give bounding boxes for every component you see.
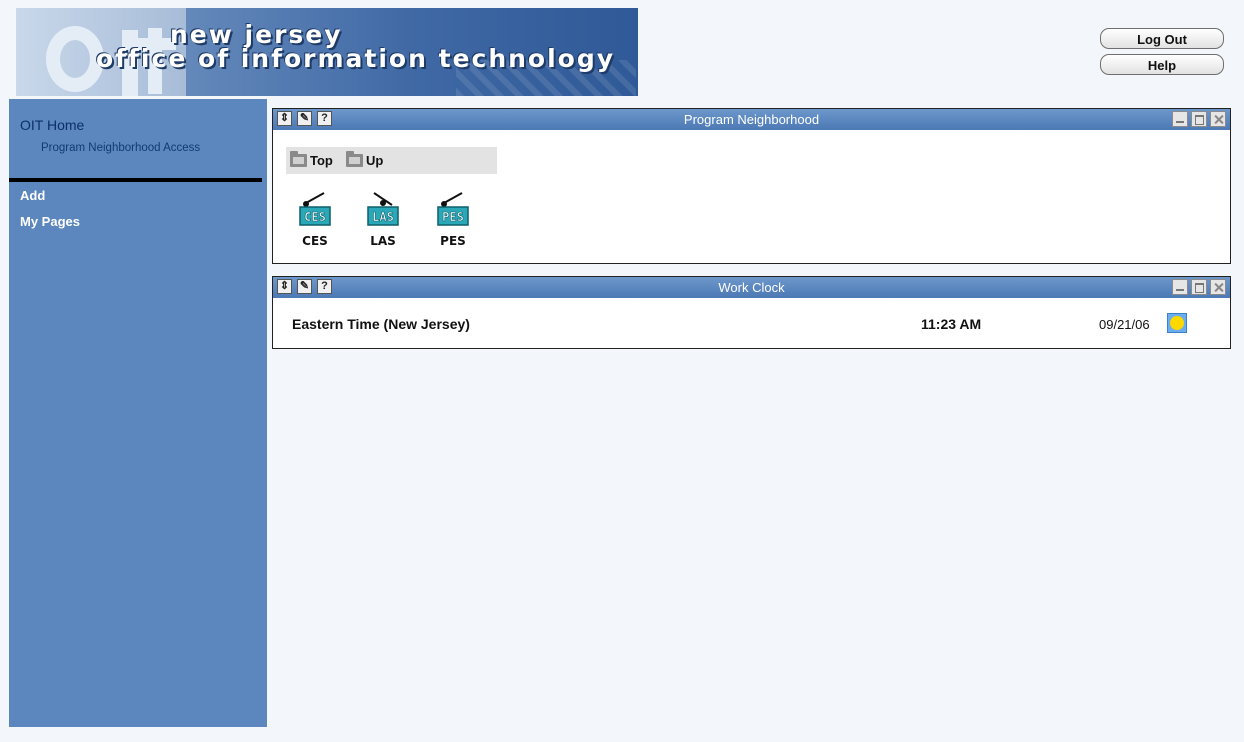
- sidebar-item-program-neighborhood-access[interactable]: Program Neighborhood Access: [41, 142, 201, 155]
- refresh-icon[interactable]: ⇕: [277, 279, 292, 294]
- clock-timezone: Eastern Time (New Jersey): [292, 316, 470, 332]
- nav-up-label: Up: [366, 153, 384, 168]
- nav-top-label: Top: [310, 153, 333, 168]
- banner-title-line2: office of information technology: [96, 44, 616, 73]
- edit-icon[interactable]: ✎: [297, 111, 312, 126]
- app-las[interactable]: LAS LAS: [361, 191, 405, 248]
- edit-icon[interactable]: ✎: [297, 279, 312, 294]
- portlet-title: Work Clock: [718, 280, 785, 295]
- oit-banner: new jersey office of information technol…: [16, 8, 638, 96]
- svg-text:CES: CES: [304, 210, 326, 224]
- app-label: CES: [302, 234, 328, 248]
- app-ces[interactable]: CES CES: [293, 191, 337, 248]
- minimize-icon[interactable]: [1172, 111, 1188, 127]
- folder-icon: [290, 151, 307, 167]
- sidebar: OIT Home Program Neighborhood Access Add…: [9, 99, 267, 727]
- portlet-titlebar: ⇕ ✎ ? Program Neighborhood: [273, 109, 1230, 130]
- svg-text:PES: PES: [442, 210, 464, 224]
- help-button[interactable]: Help: [1100, 54, 1224, 75]
- ces-app-icon: CES: [299, 192, 331, 226]
- maximize-icon[interactable]: [1191, 111, 1207, 127]
- pes-app-icon: PES: [437, 192, 469, 226]
- sidebar-item-my-pages[interactable]: My Pages: [20, 214, 80, 229]
- logout-button[interactable]: Log Out: [1100, 28, 1224, 49]
- help-icon[interactable]: ?: [317, 279, 332, 294]
- sun-icon: [1167, 313, 1187, 333]
- nav-up-link[interactable]: Up: [346, 151, 384, 168]
- maximize-icon[interactable]: [1191, 279, 1207, 295]
- sidebar-item-oit-home[interactable]: OIT Home: [20, 117, 84, 133]
- nav-top-link[interactable]: Top: [290, 151, 333, 168]
- program-neighborhood-portlet: ⇕ ✎ ? Program Neighborhood Top Up CES CE…: [272, 108, 1231, 264]
- las-app-icon: LAS: [367, 192, 399, 226]
- app-pes[interactable]: PES PES: [431, 191, 475, 248]
- portlet-title: Program Neighborhood: [683, 112, 820, 127]
- sidebar-divider: [9, 178, 262, 182]
- close-icon[interactable]: [1210, 279, 1226, 295]
- minimize-icon[interactable]: [1172, 279, 1188, 295]
- app-label: PES: [440, 234, 466, 248]
- svg-text:LAS: LAS: [372, 210, 394, 224]
- clock-time: 11:23 AM: [921, 316, 982, 332]
- app-label: LAS: [370, 234, 396, 248]
- close-icon[interactable]: [1210, 111, 1226, 127]
- folder-up-icon: [346, 151, 363, 167]
- folder-nav-bar: Top Up: [286, 147, 497, 174]
- work-clock-portlet: ⇕ ✎ ? Work Clock Eastern Time (New Jerse…: [272, 276, 1231, 349]
- clock-date: 09/21/06: [1099, 317, 1150, 332]
- sidebar-item-add[interactable]: Add: [20, 188, 45, 203]
- portlet-titlebar: ⇕ ✎ ? Work Clock: [273, 277, 1230, 298]
- refresh-icon[interactable]: ⇕: [277, 111, 292, 126]
- help-icon[interactable]: ?: [317, 111, 332, 126]
